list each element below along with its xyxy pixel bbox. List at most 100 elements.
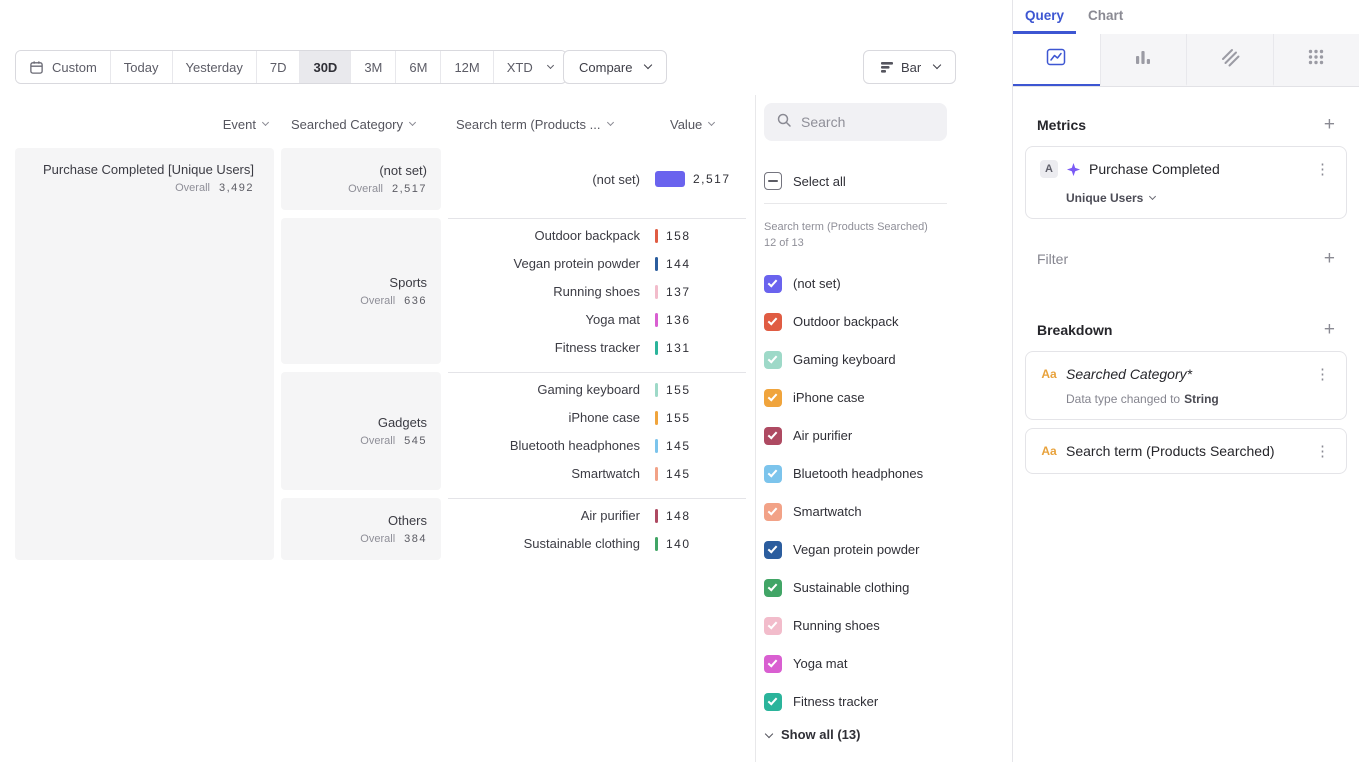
overall-value: 2,517 <box>392 183 427 195</box>
filter-checkbox-item[interactable]: (not set) <box>764 265 1012 303</box>
date-range-custom[interactable]: Custom <box>16 51 110 83</box>
series-row[interactable]: Vegan protein powder144 <box>448 250 746 278</box>
filter-checkbox-item[interactable]: Vegan protein powder <box>764 531 1012 569</box>
checkbox[interactable] <box>764 617 782 635</box>
filter-item-label: Gaming keyboard <box>793 352 896 367</box>
search-input[interactable] <box>801 114 931 130</box>
breakdown-card-search-term[interactable]: Aa Search term (Products Searched) ⋮ <box>1025 428 1347 474</box>
checkbox[interactable] <box>764 389 782 407</box>
filter-checkbox-item[interactable]: Air purifier <box>764 417 1012 455</box>
series-label: Outdoor backpack <box>448 228 640 243</box>
value-bar <box>655 257 658 271</box>
series-row[interactable]: Running shoes137 <box>448 278 746 306</box>
filter-checkbox-item[interactable]: Running shoes <box>764 607 1012 645</box>
select-all-checkbox[interactable] <box>764 172 782 190</box>
compare-button[interactable]: Compare <box>563 50 667 84</box>
checkbox[interactable] <box>764 503 782 521</box>
sort-chevron-icon <box>606 119 613 126</box>
add-filter-button[interactable]: + <box>1324 249 1335 268</box>
date-range-today[interactable]: Today <box>110 51 172 83</box>
series-row[interactable]: Air purifier148 <box>448 502 746 530</box>
date-range-30d[interactable]: 30D <box>299 51 350 83</box>
column-header-category[interactable]: Searched Category <box>291 117 415 132</box>
search-box[interactable] <box>764 103 947 141</box>
date-range-12m[interactable]: 12M <box>440 51 492 83</box>
checkbox[interactable] <box>764 313 782 331</box>
overall-value: 384 <box>404 533 427 545</box>
show-all-button[interactable]: Show all (13) <box>764 727 1012 742</box>
breakdown-card-searched-category[interactable]: Aa Searched Category* ⋮ Data type change… <box>1025 351 1347 420</box>
category-box[interactable]: GadgetsOverall545 <box>281 372 441 490</box>
date-range-3m[interactable]: 3M <box>350 51 395 83</box>
check-icon <box>768 695 778 705</box>
series-label: Gaming keyboard <box>448 382 640 397</box>
overall-label: Overall <box>360 533 395 545</box>
series-label: Running shoes <box>448 284 640 299</box>
tab-flows[interactable] <box>1273 34 1359 86</box>
overall-label: Overall <box>360 435 395 447</box>
series-label: Fitness tracker <box>448 340 640 355</box>
check-icon <box>768 315 778 325</box>
category-box[interactable]: (not set)Overall2,517 <box>281 148 441 210</box>
checkbox[interactable] <box>764 541 782 559</box>
series-label: Air purifier <box>448 508 640 523</box>
checkbox[interactable] <box>764 693 782 711</box>
filter-checkbox-item[interactable]: Outdoor backpack <box>764 303 1012 341</box>
series-value: 145 <box>666 467 691 481</box>
date-range-xtd[interactable]: XTD <box>493 51 566 83</box>
tab-query[interactable]: Query <box>1013 0 1076 34</box>
checkbox[interactable] <box>764 275 782 293</box>
event-box[interactable]: Purchase Completed [Unique Users] Overal… <box>15 148 274 560</box>
column-header-value[interactable]: Value <box>670 117 714 132</box>
series-row[interactable]: Bluetooth headphones145 <box>448 432 746 460</box>
filter-list-label: Search term (Products Searched) 12 of 13 <box>764 220 936 252</box>
chart-type-select[interactable]: Bar <box>863 50 956 84</box>
filter-checkbox-item[interactable]: Fitness tracker <box>764 683 1012 721</box>
series-row[interactable]: Fitness tracker131 <box>448 334 746 362</box>
series-row[interactable]: Gaming keyboard155 <box>448 376 746 404</box>
metric-card[interactable]: A Purchase Completed ⋮ Unique Users <box>1025 146 1347 219</box>
date-range-label: Yesterday <box>186 60 243 75</box>
column-header-event-label: Event <box>223 117 256 132</box>
select-all-row[interactable]: Select all <box>764 169 1012 193</box>
metric-kebab-menu[interactable]: ⋮ <box>1313 160 1332 178</box>
measurement-dropdown[interactable]: Unique Users <box>1066 191 1332 205</box>
checkbox[interactable] <box>764 579 782 597</box>
checkbox[interactable] <box>764 351 782 369</box>
column-header-search-term[interactable]: Search term (Products ... <box>456 117 613 132</box>
checkbox[interactable] <box>764 465 782 483</box>
date-range-6m[interactable]: 6M <box>395 51 440 83</box>
tab-retention[interactable] <box>1186 34 1273 86</box>
date-range-label: 6M <box>409 60 427 75</box>
filter-title: Filter <box>1037 251 1068 267</box>
check-icon <box>768 543 778 553</box>
tab-funnels[interactable] <box>1100 34 1187 86</box>
date-range-yesterday[interactable]: Yesterday <box>172 51 256 83</box>
filter-checkbox-item[interactable]: iPhone case <box>764 379 1012 417</box>
series-row[interactable]: (not set)2,517 <box>448 148 746 210</box>
series-row[interactable]: iPhone case155 <box>448 404 746 432</box>
filter-checkbox-item[interactable]: Gaming keyboard <box>764 341 1012 379</box>
category-box[interactable]: SportsOverall636 <box>281 218 441 364</box>
checkbox[interactable] <box>764 655 782 673</box>
series-label: iPhone case <box>448 410 640 425</box>
breakdown-kebab-menu[interactable]: ⋮ <box>1313 365 1332 383</box>
filter-checkbox-item[interactable]: Smartwatch <box>764 493 1012 531</box>
breakdown-kebab-menu[interactable]: ⋮ <box>1313 442 1332 460</box>
tab-chart[interactable]: Chart <box>1076 0 1135 34</box>
category-box[interactable]: OthersOverall384 <box>281 498 441 560</box>
series-value: 140 <box>666 537 691 551</box>
filter-checkbox-item[interactable]: Bluetooth headphones <box>764 455 1012 493</box>
date-range-7d[interactable]: 7D <box>256 51 300 83</box>
series-row[interactable]: Outdoor backpack158 <box>448 222 746 250</box>
filter-checkbox-item[interactable]: Sustainable clothing <box>764 569 1012 607</box>
add-metric-button[interactable]: + <box>1324 115 1335 134</box>
checkbox[interactable] <box>764 427 782 445</box>
series-row[interactable]: Sustainable clothing140 <box>448 530 746 558</box>
series-row[interactable]: Yoga mat136 <box>448 306 746 334</box>
column-header-event[interactable]: Event <box>15 117 274 132</box>
filter-checkbox-item[interactable]: Yoga mat <box>764 645 1012 683</box>
add-breakdown-button[interactable]: + <box>1324 320 1335 339</box>
series-row[interactable]: Smartwatch145 <box>448 460 746 488</box>
tab-insights[interactable] <box>1013 34 1100 86</box>
